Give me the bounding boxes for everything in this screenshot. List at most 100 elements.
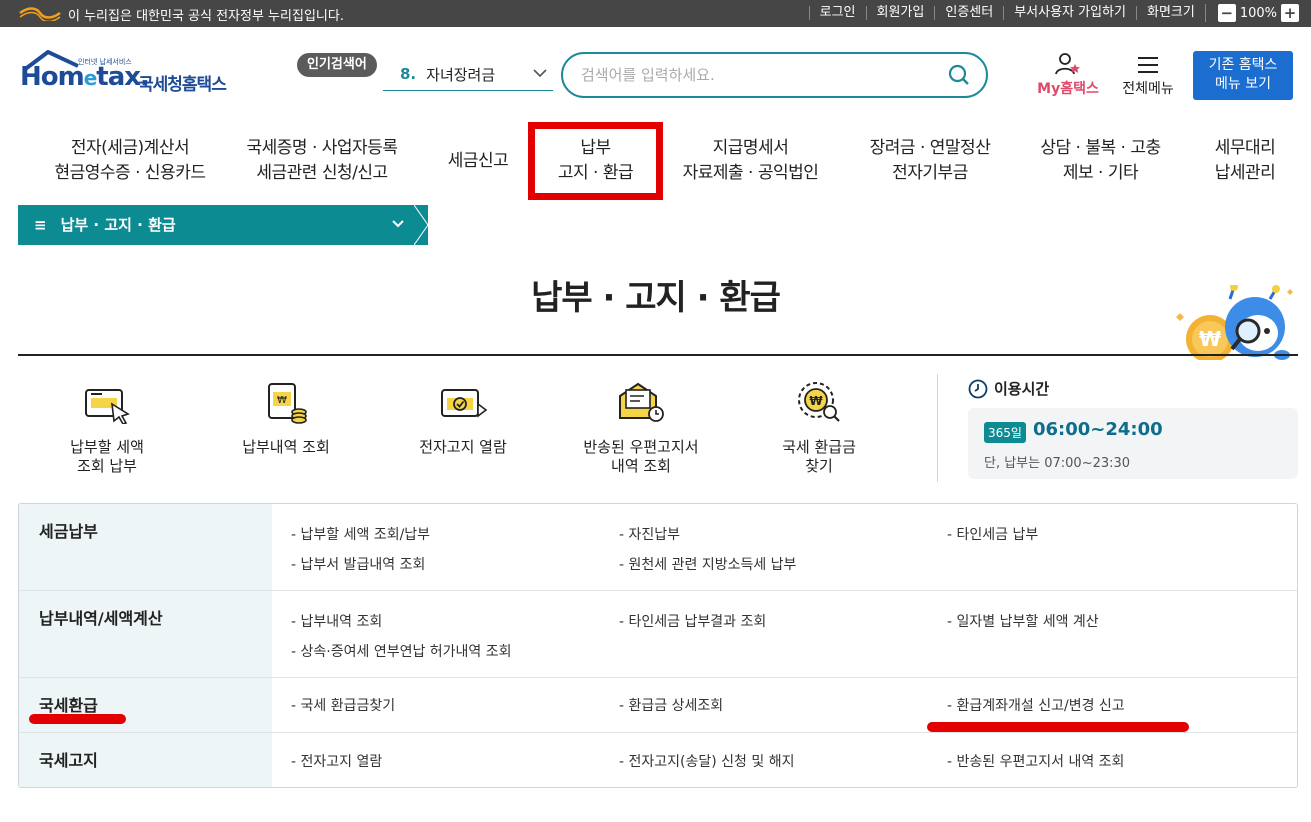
refund-search-icon: ₩ (798, 382, 840, 422)
svg-text:₩: ₩ (809, 394, 823, 408)
search-box (561, 52, 988, 98)
my-hometax-button[interactable]: My홈택스 (1032, 52, 1104, 98)
menu-link[interactable]: - 환급계좌개설 신고/변경 신고 (947, 695, 1125, 715)
menu-link[interactable]: - 전자고지 열람 (291, 751, 382, 771)
quick-refund-search[interactable]: ₩ 국세 환급금 찾기 (754, 378, 884, 476)
menu-link[interactable]: - 납부할 세액 조회/납부 (291, 524, 430, 544)
menu-category: 납부내역/세액계산 (19, 591, 272, 677)
quick-label: 납부내역 조회 (242, 438, 330, 456)
logo-brand-ko: 국세청홈택스 (138, 75, 227, 95)
menu-category: 세금납부 (19, 504, 272, 590)
menu-link[interactable]: - 일자별 납부할 세액 계산 (947, 611, 1099, 631)
menu-link[interactable]: - 상속·증여세 연부연납 허가내역 조회 (291, 641, 512, 661)
payment-history-icon: ₩ (268, 383, 307, 424)
popular-rank: 8. (400, 65, 417, 83)
all-menu-label: 전체메뉴 (1122, 81, 1174, 97)
highlight-underline (29, 714, 126, 724)
gov-banner: 이 누리집은 대한민국 공식 전자정부 누리집입니다. 로그인 회원가입 인증센… (0, 0, 1311, 27)
popular-term: 자녀장려금 (426, 65, 496, 84)
quick-returned-mail[interactable]: 반송된 우편고지서 내역 조회 (576, 378, 706, 476)
screen-size-label: 화면크기 (1135, 6, 1205, 20)
divider (937, 374, 938, 482)
service-hours: 06:00~24:00 (1033, 419, 1163, 440)
menu-row-payment-history: 납부내역/세액계산 - 납부내역 조회 - 타인세금 납부결과 조회 - 일자별… (19, 590, 1297, 677)
menu-link[interactable]: - 국세 환급금찾기 (291, 695, 395, 715)
gnb-item-incentive[interactable]: 장려금 · 연말정산 전자기부금 (850, 122, 1010, 200)
title-divider (18, 354, 1298, 356)
utility-links: 로그인 회원가입 인증센터 부서사용자 가입하기 화면크기 − 100% + (808, 4, 1299, 22)
gnb-item-tax-agent[interactable]: 세무대리 납세관리 (1195, 122, 1295, 200)
menu-table: 세금납부 - 납부할 세액 조회/납부 - 자진납부 - 타인세금 납부 - 납… (18, 503, 1298, 788)
menu-link[interactable]: - 전자고지(송달) 신청 및 해지 (619, 751, 794, 771)
search-input[interactable] (581, 64, 931, 86)
gnb-item-e-invoice[interactable]: 전자(세금)계산서 현금영수증 · 신용카드 (30, 122, 230, 200)
chevron-down-icon (533, 69, 547, 78)
dept-user-signup-link[interactable]: 부서사용자 가입하기 (1003, 6, 1136, 20)
menu-link[interactable]: - 납부내역 조회 (291, 611, 382, 631)
quick-label: 찾기 (805, 457, 833, 475)
gnb-item-statement[interactable]: 지급명세서 자료제출 · 공익법인 (668, 122, 833, 200)
classic-menu-line2: 메뉴 보기 (1215, 76, 1271, 92)
tax-payment-icon (85, 389, 130, 424)
days-badge: 365일 (984, 422, 1026, 443)
cert-center-link[interactable]: 인증센터 (934, 6, 1003, 20)
menu-link[interactable]: - 자진납부 (619, 524, 680, 544)
quick-label: 전자고지 열람 (419, 438, 507, 456)
gov-emblem-icon (19, 7, 61, 21)
classic-menu-button[interactable]: 기존 홈택스 메뉴 보기 (1193, 51, 1293, 100)
payment-hours-note: 단, 납부는 07:00~23:30 (984, 456, 1131, 471)
search-icon[interactable] (948, 64, 970, 86)
menu-link[interactable]: - 원천세 관련 지방소득세 납부 (619, 554, 796, 574)
clock-icon (968, 379, 988, 398)
popular-search-select[interactable]: 8. 자녀장려금 (383, 58, 553, 91)
global-nav: 전자(세금)계산서 현금영수증 · 신용카드 국세증명 · 사업자등록 세금관련 신… (0, 122, 1311, 200)
zoom-in-button[interactable]: + (1281, 4, 1299, 22)
menu-link[interactable]: - 납부서 발급내역 조회 (291, 554, 425, 574)
menu-link[interactable]: - 타인세금 납부 (947, 524, 1038, 544)
menu-link[interactable]: - 환급금 상세조회 (619, 695, 723, 715)
hometax-logo[interactable]: 인터넷 납세서비스 Hometax. 국세청홈택스 (20, 50, 235, 102)
quick-label: 내역 조회 (611, 457, 671, 475)
quick-e-notice[interactable]: 전자고지 열람 (398, 378, 528, 457)
logo-brand-en: Hometax. (20, 62, 150, 92)
login-link[interactable]: 로그인 (808, 6, 866, 20)
hours-title: 이용시간 (968, 378, 1049, 399)
menu-category: 국세고지 (19, 733, 272, 787)
mascot-illustration-icon: ₩ (1176, 285, 1293, 360)
hours-box: 365일 06:00~24:00 단, 납부는 07:00~23:30 (968, 408, 1298, 479)
gnb-item-certificate[interactable]: 국세증명 · 사업자등록 세금관련 신청/신고 (232, 122, 412, 200)
menu-link[interactable]: - 반송된 우편고지서 내역 조회 (947, 751, 1124, 771)
quick-tax-payment[interactable]: 납부할 세액 조회 납부 (42, 378, 172, 476)
page-title: 납부 · 고지 · 환급 (531, 278, 781, 318)
quick-label: 반송된 우편고지서 (583, 438, 699, 456)
e-notice-icon (441, 389, 488, 418)
classic-menu-line1: 기존 홈택스 (1208, 57, 1278, 73)
menu-row-notice: 국세고지 - 전자고지 열람 - 전자고지(송달) 신청 및 해지 - 반송된 … (19, 732, 1297, 787)
menu-link[interactable]: - 타인세금 납부결과 조회 (619, 611, 766, 631)
menu-row-tax-payment: 세금납부 - 납부할 세액 조회/납부 - 자진납부 - 타인세금 납부 - 납… (19, 504, 1297, 590)
quick-label: 국세 환급금 (782, 438, 856, 456)
gov-notice-text[interactable]: 이 누리집은 대한민국 공식 전자정부 누리집입니다. (68, 5, 344, 24)
signup-link[interactable]: 회원가입 (865, 6, 935, 20)
svg-text:₩: ₩ (1199, 327, 1221, 351)
hamburger-menu-icon (1138, 57, 1158, 73)
quick-label: 조회 납부 (77, 457, 137, 475)
svg-text:₩: ₩ (277, 395, 287, 406)
chevron-down-icon (392, 220, 404, 228)
highlight-underline (927, 722, 1189, 732)
quick-payment-history[interactable]: ₩ 납부내역 조회 (221, 378, 351, 457)
returned-mail-icon (619, 382, 664, 422)
user-star-icon (1055, 53, 1080, 75)
gnb-item-payment[interactable]: 납부 고지 · 환급 (528, 122, 663, 200)
breadcrumb[interactable]: ≡ 납부 · 고지 · 환급 (18, 205, 414, 245)
gnb-item-tax-return[interactable]: 세금신고 (428, 122, 528, 200)
gnb-item-consult[interactable]: 상담 · 불복 · 고충 제보 · 기타 (1023, 122, 1178, 200)
all-menu-button[interactable]: 전체메뉴 (1116, 52, 1180, 98)
popular-search-badge: 인기검색어 (297, 53, 377, 77)
quick-label: 납부할 세액 (70, 438, 144, 456)
zoom-level: 100% (1239, 5, 1277, 21)
zoom-out-button[interactable]: − (1217, 4, 1236, 22)
breadcrumb-label: 납부 · 고지 · 환급 (60, 216, 176, 234)
my-hometax-label: My홈택스 (1037, 81, 1099, 97)
list-icon: ≡ (34, 216, 47, 234)
